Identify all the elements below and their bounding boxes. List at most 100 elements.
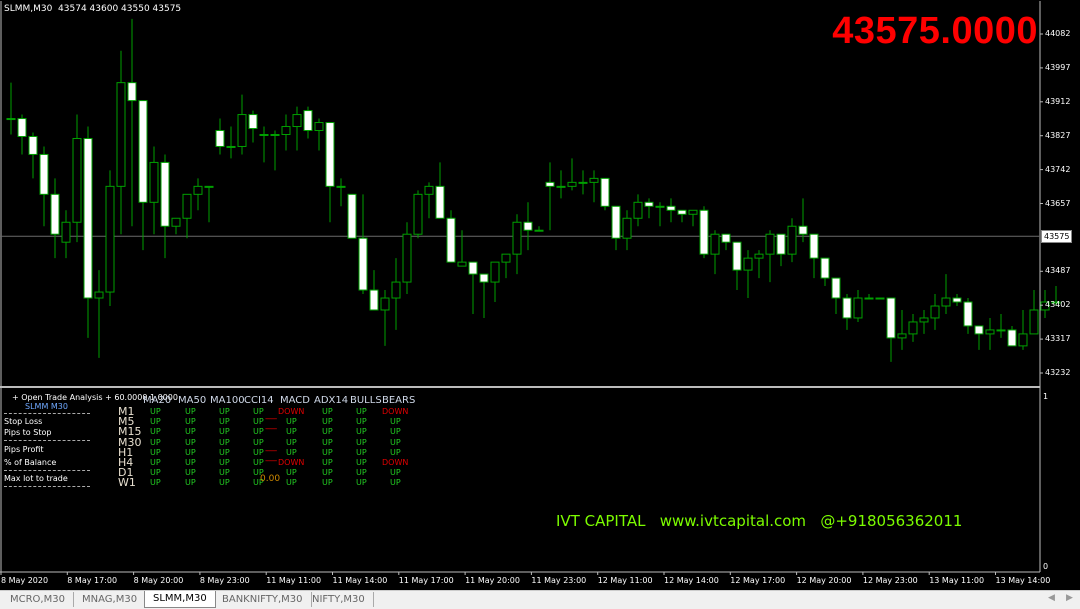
- bear-candle: [446, 217, 456, 263]
- chart-tab[interactable]: BANKNIFTY,M30: [214, 592, 312, 607]
- bull-candle: [1029, 309, 1039, 335]
- bull-candle: [908, 321, 918, 335]
- bull-candle: [94, 291, 104, 299]
- time-tick-label: 8 May 2020: [1, 576, 49, 585]
- bear-candle: [842, 297, 852, 319]
- scroll-right-icon[interactable]: ▶: [1066, 593, 1073, 603]
- column-header: MA100: [210, 395, 245, 406]
- signal-up: UP: [150, 437, 161, 447]
- bear-candle: [39, 153, 49, 195]
- bear-candle: [204, 185, 214, 188]
- bear-candle: [721, 233, 731, 243]
- signal-up: UP: [219, 447, 230, 457]
- bull-candle: [633, 201, 643, 219]
- time-tick-label: 12 May 23:00: [862, 576, 918, 585]
- time-tick-label: 11 May 17:00: [398, 576, 454, 585]
- bear-candle: [974, 325, 984, 335]
- chart-tab[interactable]: MNAG,M30: [74, 592, 147, 607]
- signal-up: UP: [219, 468, 230, 478]
- candles-group: [6, 18, 1061, 362]
- bull-candle: [292, 114, 302, 128]
- signal-up: UP: [322, 437, 333, 447]
- bear-candle: [831, 277, 841, 299]
- time-tick-label: 11 May 14:00: [332, 576, 388, 585]
- bull-candle: [61, 221, 71, 243]
- bull-candle: [688, 209, 698, 215]
- bear-candle: [303, 110, 313, 132]
- bear-candle: [1007, 329, 1017, 347]
- bear-candle: [138, 100, 148, 203]
- time-tick-label: 11 May 20:00: [465, 576, 520, 585]
- candlestick-chart[interactable]: [0, 0, 1080, 590]
- bull-candle: [105, 185, 115, 293]
- signal-up: UP: [185, 468, 196, 478]
- panel-symbol: SLMM M30: [25, 402, 68, 411]
- bear-candle: [644, 201, 654, 207]
- signal-up: UP: [322, 407, 333, 416]
- signal-up: UP: [356, 468, 367, 478]
- label-stop-loss: Stop Loss: [4, 417, 43, 426]
- bear-candle: [358, 237, 368, 291]
- bull-candle: [490, 261, 500, 283]
- bull-candle: [589, 177, 599, 183]
- chart-window[interactable]: SLMM,M30 43574 43600 43550 43575 43575.0…: [0, 0, 1080, 590]
- signal-up: UP: [390, 468, 401, 478]
- signal-up: UP: [356, 417, 367, 427]
- signal-up: UP: [356, 458, 367, 467]
- label-percent-balance: % of Balance: [4, 458, 57, 467]
- indicator-axis-max: 1: [1043, 392, 1049, 401]
- time-tick-label: 12 May 20:00: [796, 576, 852, 585]
- label-pips-to-stop: Pips to Stop: [4, 428, 52, 437]
- divider: [4, 413, 90, 414]
- price-tick-label: 43742: [1045, 164, 1071, 174]
- time-tick-label: 13 May 14:00: [995, 576, 1051, 585]
- column-header: MA20: [143, 395, 172, 406]
- bull-candle: [413, 193, 423, 235]
- signal-up: UP: [356, 437, 367, 447]
- scroll-left-icon[interactable]: ◀: [1048, 593, 1055, 603]
- bear-candle: [270, 134, 280, 137]
- bull-candle: [622, 217, 632, 239]
- bull-candle: [457, 261, 467, 267]
- price-tick-label: 43912: [1045, 96, 1071, 106]
- chart-tab[interactable]: NIFTY,M30: [304, 592, 374, 607]
- signal-down: DOWN: [382, 458, 409, 467]
- bull-candle: [171, 217, 181, 227]
- chart-tab[interactable]: MCRO,M30: [2, 592, 74, 607]
- bull-candle: [237, 114, 247, 147]
- dash-connector: ------: [265, 414, 277, 423]
- bull-candle: [710, 233, 720, 255]
- signal-up: UP: [253, 458, 264, 467]
- bear-candle: [534, 229, 544, 232]
- bull-candle: [897, 333, 907, 339]
- signal-up: UP: [185, 427, 196, 437]
- bull-candle: [281, 126, 291, 136]
- signal-up: UP: [150, 447, 161, 457]
- dash-connector: ------: [265, 456, 277, 465]
- chart-tab[interactable]: SLMM,M30: [144, 591, 216, 608]
- signal-up: UP: [356, 427, 367, 437]
- time-tick-label: 12 May 14:00: [664, 576, 719, 585]
- bear-candle: [996, 329, 1006, 332]
- signal-down: DOWN: [382, 407, 409, 416]
- time-tick-label: 11 May 23:00: [531, 576, 587, 585]
- bear-candle: [6, 118, 16, 121]
- bull-candle: [754, 253, 764, 259]
- time-tick-label: 13 May 11:00: [929, 576, 985, 585]
- bull-candle: [424, 185, 434, 195]
- bull-candle: [930, 305, 940, 319]
- chart-tab-bar: MCRO,M30 MNAG,M30 SLMM,M30 BANKNIFTY,M30 NIF…: [0, 590, 1080, 609]
- bear-candle: [952, 297, 962, 303]
- signal-up: UP: [150, 468, 161, 478]
- bear-candle: [17, 118, 27, 137]
- column-header: ADX14: [314, 395, 349, 406]
- signal-up: UP: [322, 478, 333, 488]
- bull-candle: [72, 137, 82, 223]
- signal-up: UP: [219, 417, 230, 427]
- bear-candle: [677, 209, 687, 215]
- price-tick-label: 44082: [1045, 29, 1071, 38]
- bear-candle: [732, 241, 742, 271]
- signal-down: DOWN: [278, 407, 305, 416]
- bull-candle: [787, 225, 797, 255]
- divider: [4, 440, 90, 441]
